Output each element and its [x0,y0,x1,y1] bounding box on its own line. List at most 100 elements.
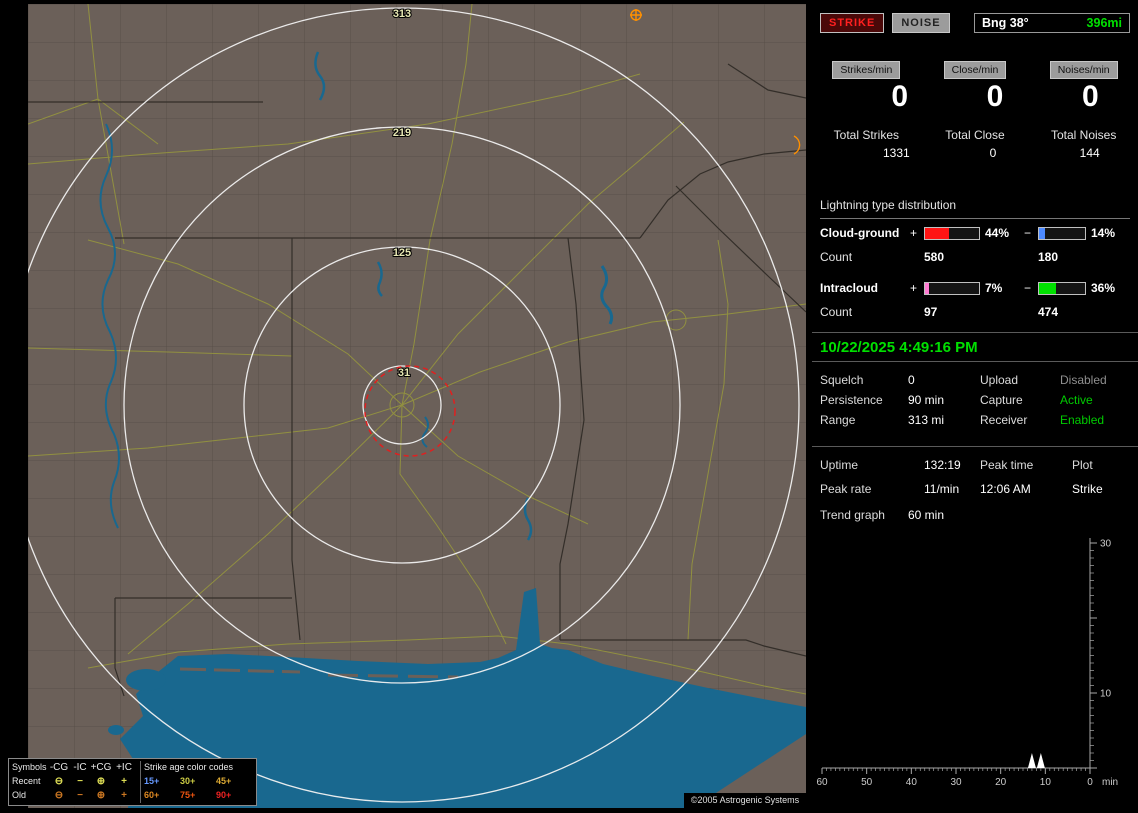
range-value: 313 mi [908,413,945,427]
datetime-text: 10/22/2025 4:49:16 PM [820,338,978,356]
bearing-label: Bng 38° [982,16,1029,30]
svg-text:0: 0 [1087,777,1093,788]
legend-old-label: Old [12,790,27,800]
upload-status: Disabled [1060,373,1107,387]
ring-label-31: 31 [398,367,410,379]
ic-count-label: Count [820,305,853,319]
peak-time-label: Peak time [980,458,1034,472]
stats-row: Peak rate 11/min 12:06 AM Strike [820,477,1130,501]
cg-count-label: Count [820,250,853,264]
upload-label: Upload [980,373,1019,387]
trend-graph-label: Trend graph [820,508,885,522]
trend-graph-window: 60 min [908,508,945,522]
lightning-map[interactable]: 313 219 125 31 [4,3,807,808]
age-90: 90+ [216,790,232,800]
strikes-per-min-chip: Strikes/min [832,61,901,79]
ic-negative-bar [1038,281,1086,295]
persistence-value: 90 min [908,393,945,407]
panel-header: STRIKE NOISE Bng 38° 396mi [820,12,1130,34]
svg-text:30: 30 [950,777,962,788]
totals-section: Total Strikes Total Close Total Noises 1… [812,128,1138,160]
plus-sign: + [910,226,918,240]
copyright-text: ©2005 Astrogenic Systems [684,793,806,808]
stats-row: Uptime 132:19 Peak time Plot [820,453,1130,477]
age-15: 15+ [144,776,160,786]
cg-positive-bar [924,226,980,240]
ring-label-313: 313 [393,8,411,20]
trend-graph: 30 10 60 50 40 30 20 10 0 min [816,538,1118,788]
svg-text:40: 40 [906,777,918,788]
legend-row-recent: Recent ⊖ − ⊕ + 15+ 30+ 45+ [9,774,256,788]
total-strikes-label: Total Strikes [833,128,899,142]
cloud-ground-label: Cloud-ground [820,226,900,240]
noises-per-min-value: 0 [1081,80,1099,113]
map-container: 313 219 125 31 [4,3,807,808]
persistence-label: Persistence [820,393,883,407]
close-per-min-value: 0 [986,80,1004,113]
peak-rate-value: 11/min [924,482,960,496]
svg-text:20: 20 [995,777,1007,788]
settings-row: Range 313 mi Receiver Enabled [812,410,1138,430]
total-close-label: Total Close [945,128,1005,142]
cg-negative-pct: 14% [1091,226,1116,240]
settings-row: Persistence 90 min Capture Active [812,390,1138,410]
plus-sign: + [910,281,918,295]
bearing-display: Bng 38° 396mi [974,13,1130,33]
cg-negative-bar [1038,226,1086,240]
cloud-ground-count-row: Count 580 180 [820,250,1130,264]
total-strikes-value: 1331 [882,146,910,160]
neg-ic-icon: − [77,775,83,787]
plot-value: Strike [1072,482,1103,496]
capture-label: Capture [980,393,1023,407]
svg-text:10: 10 [1040,777,1052,788]
noise-button[interactable]: NOISE [892,13,950,33]
legend-col-neg-cg: -CG [49,761,69,773]
cg-negative-count: 180 [1038,250,1059,264]
legend-col-pos-cg: +CG [90,761,112,773]
ic-negative-pct: 36% [1091,281,1116,295]
peak-rate-label: Peak rate [820,482,872,496]
strikes-per-min-value: 0 [891,80,908,113]
uptime-value: 132:19 [924,458,961,472]
strike-button[interactable]: STRIKE [820,13,885,33]
pos-cg-old-icon: ⊕ [96,789,106,801]
settings-row: Squelch 0 Upload Disabled [812,370,1138,390]
legend-col-neg-ic: -IC [73,761,87,773]
ic-positive-bar [924,281,980,295]
age-75: 75+ [180,790,196,800]
rate-chip-row: Strikes/min Close/min Noises/min [812,61,1138,79]
datetime-box: 10/22/2025 4:49:16 PM [812,332,1138,362]
ring-label-125: 125 [393,247,411,259]
distribution-section: Lightning type distribution Cloud-ground… [812,198,1138,319]
trend-graph-header: Trend graph 60 min [812,506,1138,524]
svg-text:10: 10 [1100,689,1112,700]
range-label: Range [820,413,856,427]
legend-recent-label: Recent [12,776,41,786]
intracloud-count-row: Count 97 474 [820,305,1130,319]
noises-per-min-chip: Noises/min [1049,61,1118,79]
plot-label: Plot [1072,458,1093,472]
total-noises-value: 144 [1079,146,1100,160]
pos-ic-icon: + [121,775,127,787]
intracloud-label: Intracloud [820,281,879,295]
svg-text:60: 60 [816,777,828,788]
intracloud-row: Intracloud + 7% − 36% [820,281,1130,295]
distribution-title: Lightning type distribution [820,198,1130,219]
squelch-value: 0 [908,373,915,387]
ic-negative-count: 474 [1038,305,1059,319]
legend-age-header: Strike age color codes [144,762,234,772]
peak-time-value: 12:06 AM [980,482,1031,496]
svg-text:min: min [1102,777,1118,788]
minus-sign: − [1024,226,1032,240]
age-60: 60+ [144,790,160,800]
right-panel: STRIKE NOISE Bng 38° 396mi Strikes/min C… [812,0,1138,812]
ic-positive-count: 97 [924,305,938,319]
legend-divider [140,761,141,803]
pos-cg-icon: ⊕ [96,775,106,787]
svg-text:50: 50 [861,777,873,788]
map-legend: Symbols -CG -IC +CG +IC Strike age color… [8,758,257,806]
ring-label-219: 219 [393,127,411,139]
squelch-label: Squelch [820,373,864,387]
capture-status: Active [1060,393,1093,407]
stats-section: Uptime 132:19 Peak time Plot Peak rate 1… [812,446,1138,501]
